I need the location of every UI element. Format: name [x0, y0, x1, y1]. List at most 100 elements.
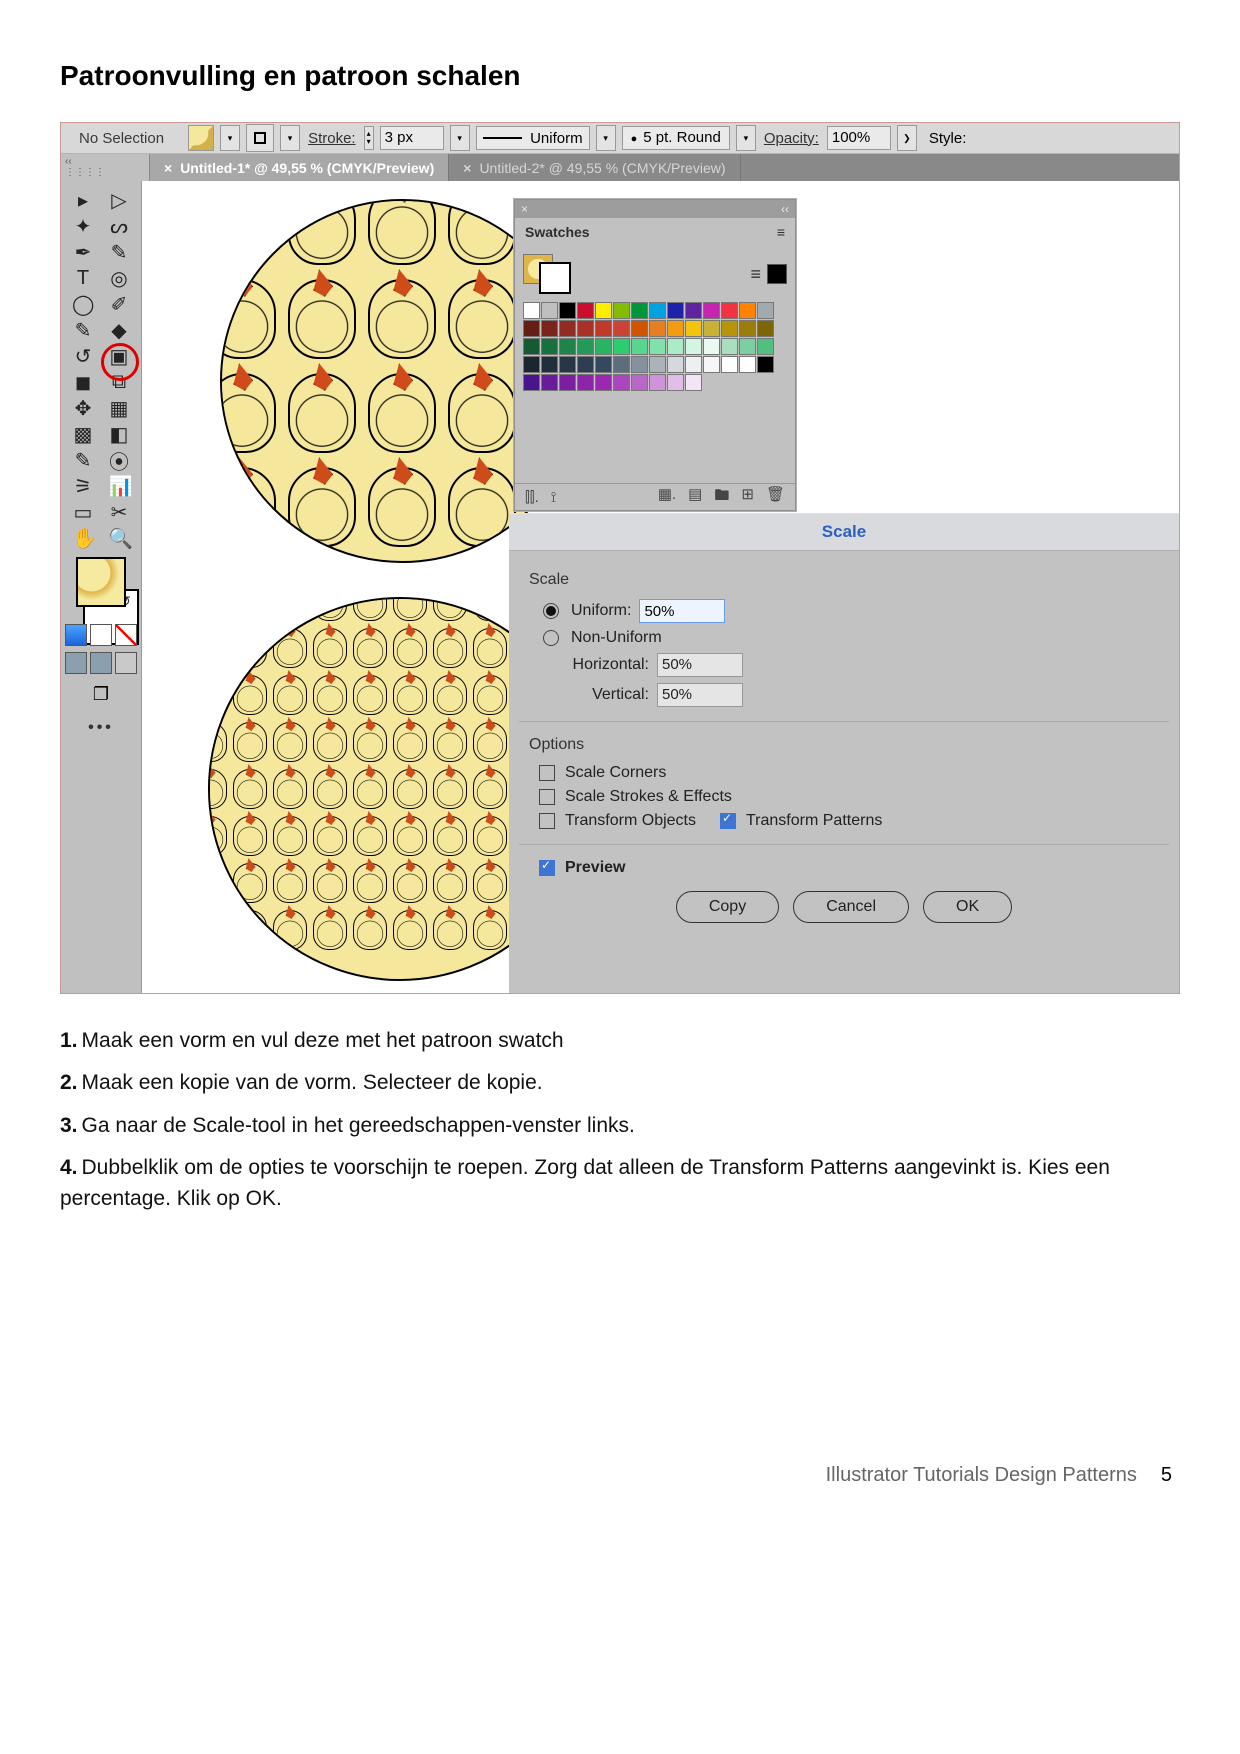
tab-untitled-2[interactable]: × Untitled-2* @ 49,55 % (CMYK/Preview) [449, 154, 740, 182]
stroke-swatch-thumb[interactable] [246, 124, 274, 152]
artboard-tool-icon[interactable]: ▭ [72, 500, 94, 525]
color-mode-none-icon[interactable] [115, 624, 137, 646]
swatch-cell[interactable] [631, 302, 648, 319]
swatch-cell[interactable] [613, 356, 630, 373]
current-stroke-swatch[interactable] [539, 262, 571, 294]
curvature-tool-icon[interactable]: ✎ [108, 240, 130, 265]
swatch-cell[interactable] [685, 374, 702, 391]
screen-mode-presentation-icon[interactable] [115, 652, 137, 674]
swatch-cell[interactable] [631, 374, 648, 391]
screen-mode-full-icon[interactable] [90, 652, 112, 674]
graph-tool-icon[interactable]: 📊 [108, 474, 130, 499]
stroke-profile-field[interactable]: Uniform [476, 126, 590, 150]
paintbrush-tool-icon[interactable]: ✐ [108, 292, 130, 317]
tab-untitled-1[interactable]: × Untitled-1* @ 49,55 % (CMYK/Preview) [150, 154, 449, 182]
swatch-cell[interactable] [559, 320, 576, 337]
swatch-cell[interactable] [757, 302, 774, 319]
swatch-cell[interactable] [703, 302, 720, 319]
swatch-cell[interactable] [649, 320, 666, 337]
pencil-tool-icon[interactable]: ✎ [72, 318, 94, 343]
brush-dropdown-icon[interactable]: ▾ [736, 125, 756, 151]
swatch-cell[interactable] [757, 320, 774, 337]
swatch-cell[interactable] [541, 356, 558, 373]
list-view-icon[interactable]: ≡ [750, 264, 761, 285]
copy-button[interactable]: Copy [676, 891, 779, 923]
preview-checkbox[interactable] [539, 860, 555, 876]
stroke-weight-dropdown-icon[interactable]: ▾ [450, 125, 470, 151]
swatch-cell[interactable] [613, 320, 630, 337]
stroke-profile-dropdown-icon[interactable]: ▾ [596, 125, 616, 151]
swatch-cell[interactable] [541, 302, 558, 319]
more-tools-icon[interactable]: ••• [88, 719, 114, 737]
swatch-cell[interactable] [631, 320, 648, 337]
swatch-cell[interactable] [721, 302, 738, 319]
eyedropper-tool-icon[interactable]: ✎ [72, 448, 94, 473]
spiral-tool-icon[interactable]: ◎ [108, 266, 130, 291]
swatch-cell[interactable] [577, 338, 594, 355]
swatches-panel[interactable]: × ‹‹ Swatches ≡ ≡ [514, 199, 796, 511]
free-transform-tool-icon[interactable]: ⧉ [108, 371, 130, 394]
close-icon[interactable]: × [164, 160, 172, 176]
swatch-cell[interactable] [649, 374, 666, 391]
delete-swatch-icon[interactable]: 🗑 [766, 485, 785, 510]
new-swatch-icon[interactable]: ⊞ [741, 485, 754, 510]
swatch-cell[interactable] [667, 374, 684, 391]
swatch-cell[interactable] [577, 302, 594, 319]
blend-tool-icon[interactable]: ⦿ [108, 446, 130, 475]
swatch-cell[interactable] [523, 338, 540, 355]
swatch-cell[interactable] [739, 338, 756, 355]
zoom-tool-icon[interactable]: 🔍 [108, 526, 130, 551]
grid-view-icon[interactable] [767, 264, 787, 284]
shape-builder-tool-icon[interactable]: ✥ [72, 396, 94, 421]
pen-tool-icon[interactable]: ✒ [72, 240, 94, 265]
mesh-tool-icon[interactable]: ▩ [72, 422, 94, 447]
swatch-cell[interactable] [631, 356, 648, 373]
horizontal-field[interactable]: 50% [657, 653, 743, 677]
swatch-cell[interactable] [577, 320, 594, 337]
symbol-sprayer-tool-icon[interactable]: ⚞ [72, 474, 94, 499]
opacity-field[interactable]: 100% [827, 126, 891, 150]
transform-patterns-checkbox[interactable] [720, 813, 736, 829]
swatch-cell[interactable] [523, 320, 540, 337]
color-mode-gradient-icon[interactable] [90, 624, 112, 646]
hand-tool-icon[interactable]: ✋ [72, 526, 94, 551]
uniform-field[interactable] [639, 599, 725, 623]
panel-menu-icon[interactable]: ≡ [777, 224, 785, 240]
swatch-cell[interactable] [541, 338, 558, 355]
swatch-cell[interactable] [703, 338, 720, 355]
swatch-cell[interactable] [685, 302, 702, 319]
swatch-cell[interactable] [739, 302, 756, 319]
cancel-button[interactable]: Cancel [793, 891, 909, 923]
stepper-down-icon[interactable]: ▾ [367, 138, 371, 146]
swatch-grid[interactable] [523, 302, 787, 391]
width-tool-icon[interactable]: ◼ [72, 370, 94, 395]
close-icon[interactable]: × [521, 202, 528, 216]
fill-indicator[interactable] [76, 557, 126, 607]
swatch-cell[interactable] [721, 356, 738, 373]
swatch-cell[interactable] [703, 356, 720, 373]
swatch-cell[interactable] [559, 338, 576, 355]
vertical-field[interactable]: 50% [657, 683, 743, 707]
swatch-cell[interactable] [685, 320, 702, 337]
scale-strokes-checkbox[interactable] [539, 789, 555, 805]
direct-selection-tool-icon[interactable]: ▷ [108, 188, 130, 213]
magic-wand-tool-icon[interactable]: ✦ [72, 214, 94, 239]
collapse-icon[interactable]: ‹‹ [781, 202, 789, 216]
swatch-cell[interactable] [595, 374, 612, 391]
type-tool-icon[interactable]: T [72, 267, 94, 290]
swatch-cell[interactable] [667, 302, 684, 319]
swatch-cell[interactable] [721, 338, 738, 355]
swatch-cell[interactable] [595, 320, 612, 337]
fill-dropdown-icon[interactable]: ▾ [220, 125, 240, 151]
folder-icon[interactable]: 🖿 [714, 485, 729, 510]
swatch-cell[interactable] [541, 374, 558, 391]
swatch-cell[interactable] [559, 356, 576, 373]
swatch-kind-icon[interactable]: ⟟ [551, 489, 557, 506]
nonuniform-radio[interactable] [543, 630, 559, 646]
uniform-radio[interactable] [543, 603, 559, 619]
opacity-dropdown-icon[interactable]: ❯ [897, 125, 917, 151]
swatch-cell[interactable] [739, 320, 756, 337]
swatch-cell[interactable] [703, 320, 720, 337]
swatch-cell[interactable] [739, 356, 756, 373]
swatch-cell[interactable] [595, 356, 612, 373]
